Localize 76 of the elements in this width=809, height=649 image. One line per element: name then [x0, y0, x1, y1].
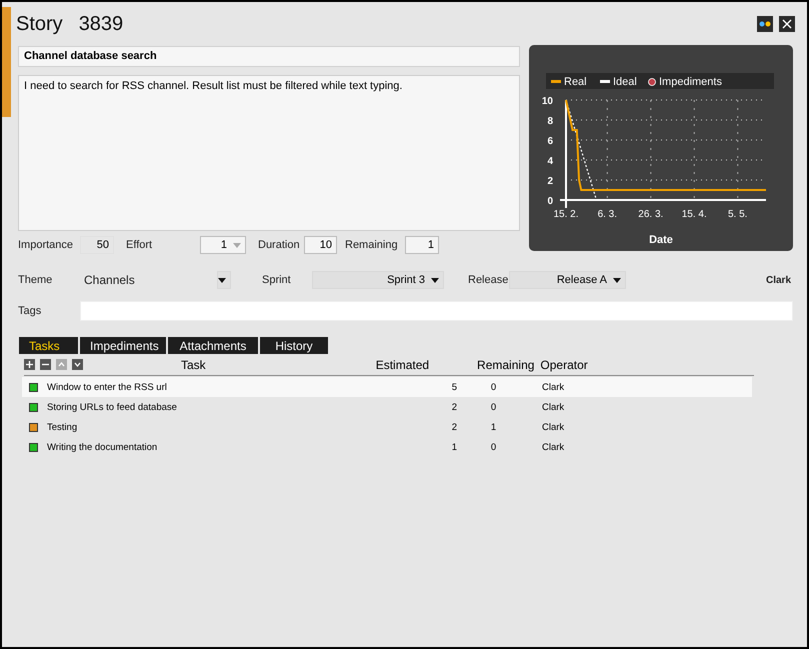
- tab[interactable]: Tasks: [19, 337, 78, 354]
- legend-label: Ideal: [613, 76, 637, 88]
- x-tick-label: 15. 2.: [553, 209, 579, 220]
- tab[interactable]: Impediments: [80, 337, 166, 354]
- task-operator: Clark: [542, 442, 566, 452]
- column-header: Operator: [540, 358, 588, 372]
- task-remaining: 0: [490, 402, 498, 412]
- effort-dropdown[interactable]: 1: [200, 236, 246, 254]
- task-estimated: 2: [450, 402, 458, 412]
- theme-value: Channels: [84, 273, 136, 287]
- task-name: Testing: [47, 422, 78, 432]
- close-button[interactable]: [779, 16, 795, 32]
- field-label: Importance: [18, 239, 74, 251]
- task-name: Window to enter the RSS url: [47, 382, 168, 392]
- y-tick-label: 2: [547, 176, 553, 187]
- sprint-dropdown[interactable]: Sprint 3: [312, 271, 444, 289]
- toolbar-button[interactable]: [40, 359, 51, 370]
- summary-field[interactable]: Channel database search: [18, 46, 520, 67]
- x-tick-label: 26. 3.: [638, 209, 664, 220]
- x-tick-label: 5. 5.: [728, 209, 748, 220]
- column-header: Remaining: [477, 358, 534, 372]
- task-estimated: 1: [450, 442, 458, 452]
- number-field[interactable]: 1: [405, 236, 439, 254]
- field-label: Sprint: [261, 274, 292, 286]
- dots-icon: [759, 21, 771, 27]
- task-remaining: 0: [490, 382, 498, 392]
- legend-label: Real: [564, 76, 587, 88]
- column-header: Task: [181, 358, 206, 372]
- task-operator: Clark: [542, 422, 566, 432]
- y-tick-label: 0: [547, 196, 553, 207]
- y-tick-label: 4: [547, 156, 553, 167]
- legend-swatch: [600, 80, 610, 83]
- legend-marker: [648, 78, 656, 86]
- window-title: Story: [16, 12, 63, 36]
- task-remaining: 1: [490, 422, 498, 432]
- owner-name: Clark: [766, 274, 791, 286]
- field-label: Duration: [258, 239, 301, 251]
- tab[interactable]: Attachments: [168, 337, 258, 354]
- task-operator: Clark: [542, 382, 566, 392]
- task-operator: Clark: [542, 402, 566, 412]
- legend-label: Impediments: [659, 76, 722, 88]
- y-tick-label: 8: [547, 116, 553, 127]
- task-row[interactable]: Window to enter the RSS url 5 0 Clark: [22, 377, 752, 397]
- legend-swatch: [551, 80, 561, 83]
- tab[interactable]: History: [260, 337, 328, 354]
- number-field[interactable]: 10: [304, 236, 337, 254]
- y-tick-label: 6: [547, 136, 553, 147]
- task-row[interactable]: Storing URLs to feed database 2 0 Clark: [22, 397, 752, 417]
- y-tick-label: 10: [542, 96, 553, 107]
- field-label: Remaining: [345, 239, 399, 251]
- description-field[interactable]: I need to search for RSS channel. Result list must be filtered while text typing.: [18, 75, 520, 231]
- toggle-button[interactable]: [757, 16, 773, 32]
- task-remaining: 0: [490, 442, 498, 452]
- field-label: Effort: [126, 239, 154, 251]
- tags-field[interactable]: [80, 301, 793, 321]
- field-label: Release: [467, 274, 509, 286]
- task-row[interactable]: Writing the documentation 1 0 Clark: [22, 437, 752, 457]
- field-label: Tags: [18, 305, 42, 317]
- plus-icon: [24, 359, 35, 370]
- task-name: Writing the documentation: [47, 442, 158, 452]
- story-number: 3839: [78, 12, 124, 36]
- task-row[interactable]: Testing 2 1 Clark: [22, 417, 752, 437]
- toolbar-button[interactable]: [72, 359, 83, 370]
- toolbar-button[interactable]: [24, 359, 35, 370]
- field-label: Theme: [18, 274, 54, 286]
- importance-value: 50: [80, 236, 114, 254]
- task-estimated: 2: [450, 422, 458, 432]
- release-dropdown[interactable]: Release A: [509, 271, 626, 289]
- task-estimated: 5: [450, 382, 458, 392]
- x-tick-label: 6. 3.: [598, 209, 618, 220]
- close-icon: [782, 19, 792, 29]
- theme-dropdown[interactable]: [217, 271, 231, 289]
- x-axis-title: Date: [649, 234, 673, 246]
- task-name: Storing URLs to feed database: [47, 402, 178, 412]
- x-tick-label: 15. 4.: [682, 209, 707, 220]
- column-header: Estimated: [376, 358, 430, 372]
